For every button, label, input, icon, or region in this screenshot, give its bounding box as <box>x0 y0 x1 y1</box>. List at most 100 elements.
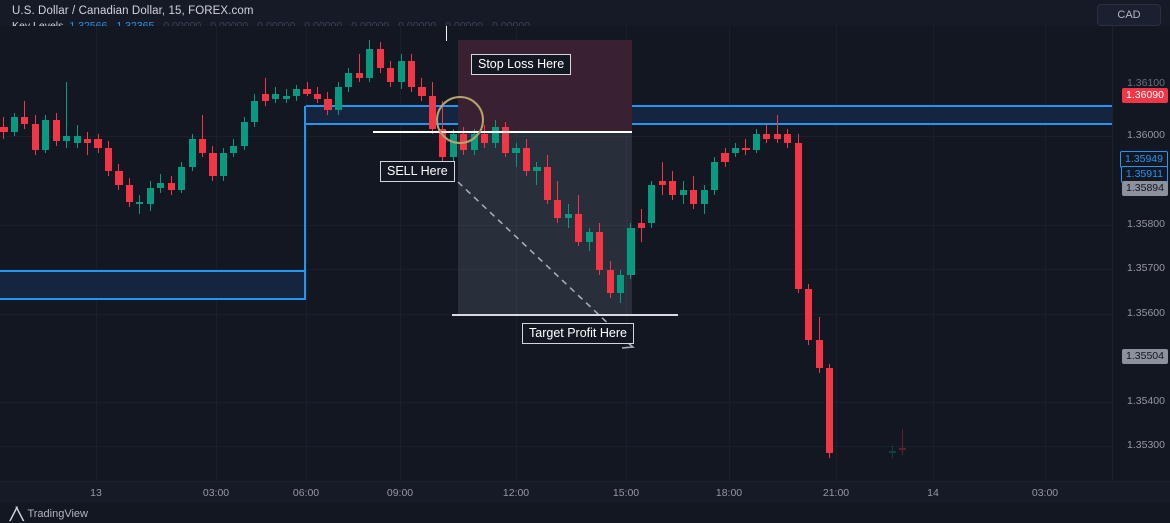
stop-loss-connector <box>446 26 517 42</box>
candle <box>198 115 207 158</box>
candle <box>606 260 614 299</box>
key-level-band-lower <box>0 270 306 299</box>
candle <box>815 316 823 374</box>
last-price-tag[interactable]: 1.36090 <box>1122 88 1168 103</box>
target-price-tag[interactable]: 1.35504 <box>1122 349 1168 364</box>
candle <box>627 223 635 280</box>
candle <box>31 115 39 155</box>
tradingview-brand-text: TradingView <box>27 508 88 520</box>
candle-body <box>125 185 133 202</box>
key-level-band-upper-line-1 <box>306 123 1112 126</box>
price-tick-3: 1.35600 <box>1127 307 1165 319</box>
key-level-step-1 <box>304 124 306 299</box>
candle-body <box>564 213 572 219</box>
candle <box>585 227 593 252</box>
candle-body <box>428 96 437 130</box>
candle <box>209 145 217 181</box>
candle-body <box>52 119 60 141</box>
candle <box>721 147 729 167</box>
time-tick-0: 13 <box>90 487 102 499</box>
candle-body <box>209 152 217 177</box>
candle-body <box>157 183 165 188</box>
candle-body <box>616 274 625 294</box>
candle-body <box>899 448 907 451</box>
candle-wick <box>776 115 778 144</box>
entry-price-tag[interactable]: 1.35894 <box>1122 181 1168 196</box>
gridline-v-6 <box>729 26 730 481</box>
candle-body <box>188 138 196 167</box>
candle <box>0 117 8 139</box>
sell-entry-label[interactable]: SELL Here <box>380 161 455 182</box>
candle <box>543 154 551 205</box>
candle-body <box>585 232 593 242</box>
time-tick-7: 21:00 <box>822 487 850 499</box>
gridline-v-8 <box>933 26 934 481</box>
candle <box>84 131 92 155</box>
candle-body <box>272 94 280 99</box>
candle <box>63 82 71 148</box>
candle-body <box>805 288 813 341</box>
candle <box>616 269 625 303</box>
candle-body <box>784 133 792 144</box>
candle-body <box>10 117 19 132</box>
tradingview-logo[interactable]: ╱╲ TradingView <box>10 507 88 521</box>
candle <box>512 143 520 167</box>
price-tick-2: 1.35700 <box>1127 262 1165 274</box>
candle-body <box>387 68 395 83</box>
candle <box>428 82 437 134</box>
candle-wick <box>745 138 747 155</box>
candle-body <box>491 126 499 144</box>
candle <box>533 162 541 186</box>
candle-body <box>94 138 102 148</box>
key-level-band-lower-line-0 <box>0 269 306 272</box>
candle-body <box>324 98 332 111</box>
chart-plot-area[interactable]: Stop Loss Here SELL Here Target Profit H… <box>0 26 1112 481</box>
candle-body <box>230 145 238 153</box>
candle <box>794 133 802 294</box>
candle <box>94 133 102 153</box>
entry-highlight-circle <box>436 96 484 144</box>
candle <box>251 94 259 127</box>
candle-body <box>543 166 551 200</box>
candle-body <box>104 147 113 172</box>
candle <box>658 162 666 195</box>
candle <box>334 82 342 116</box>
candle <box>690 176 698 209</box>
time-axis[interactable]: 13 03:00 06:00 09:00 12:00 15:00 18:00 21:00 14 0… <box>0 481 1170 504</box>
candle <box>387 61 395 87</box>
price-tick-1: 1.35800 <box>1127 218 1165 230</box>
tradingview-chart-app: U.S. Dollar / Canadian Dollar, 15, FOREX… <box>0 0 1170 523</box>
entry-price-line <box>373 131 632 133</box>
price-axis[interactable]: 1.36000 1.35800 1.35700 1.35600 1.35400 1.353… <box>1112 26 1170 495</box>
candle-wick <box>87 131 89 155</box>
candle <box>230 138 238 158</box>
candle <box>293 84 301 102</box>
stop-loss-label[interactable]: Stop Loss Here <box>471 54 572 75</box>
candle <box>104 140 113 177</box>
currency-toggle-button[interactable]: CAD <box>1097 4 1161 26</box>
candle <box>42 115 50 153</box>
candle-body <box>42 119 50 151</box>
candle <box>178 162 186 193</box>
price-tick-0: 1.36000 <box>1127 129 1165 141</box>
candle <box>575 194 583 247</box>
candle-body <box>146 187 154 205</box>
target-profit-label[interactable]: Target Profit Here <box>522 322 634 344</box>
candle <box>596 223 604 275</box>
candle <box>52 112 60 146</box>
candle <box>282 89 290 104</box>
candle-body <box>690 190 698 205</box>
candle <box>366 40 374 83</box>
candle-body <box>282 96 290 99</box>
candle <box>669 171 677 200</box>
candle-body <box>794 143 802 289</box>
candle <box>115 164 123 191</box>
candle-body <box>376 49 384 69</box>
candle <box>240 117 248 151</box>
candle-body <box>418 86 426 97</box>
time-tick-5: 15:00 <box>612 487 640 499</box>
candle-body <box>261 94 269 102</box>
candle-body <box>637 223 646 228</box>
candle-body <box>742 147 750 151</box>
candle <box>407 54 416 92</box>
